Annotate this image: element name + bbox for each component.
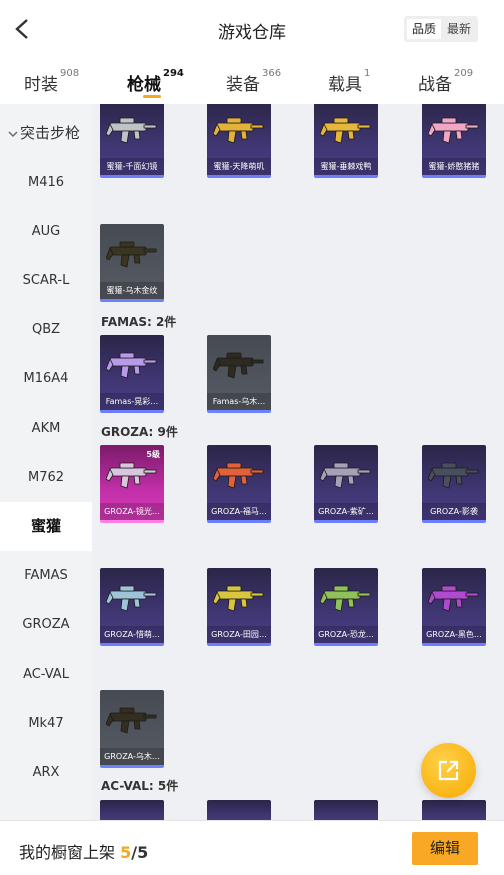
rifle-icon: [428, 462, 479, 489]
rifle-icon: [213, 117, 264, 144]
tab-equipment[interactable]: 装备366: [226, 68, 281, 95]
skin-card[interactable]: GROZA-福马…: [207, 445, 271, 523]
skin-name: GROZA-恐龙…: [314, 626, 378, 643]
section-label-famas: FAMAS: 2件: [101, 315, 177, 329]
showcase-label: 我的橱窗上架: [19, 843, 116, 862]
sidebar-item-honey-badger[interactable]: 蜜獾: [0, 502, 92, 551]
skin-card[interactable]: 蜜獾-天降萌叽: [207, 104, 271, 178]
chevron-down-icon: [8, 131, 18, 137]
rifle-icon: [106, 462, 157, 489]
sort-quality-option[interactable]: 品质: [407, 19, 441, 39]
share-icon: [438, 760, 459, 781]
sidebar-item-famas[interactable]: FAMAS: [0, 551, 92, 600]
category-tabs: 时装908 枪械294 装备366 载具1 战备209: [0, 58, 504, 104]
showcase-status: 我的橱窗上架 5/5: [19, 839, 148, 863]
sort-toggle: 品质 最新: [404, 16, 478, 42]
skin-card[interactable]: 蜜獾-垂棘戏鸭: [314, 104, 378, 178]
skin-name: GROZA-黑色…: [422, 626, 486, 643]
sidebar-group-assault-rifles[interactable]: 突击步枪: [0, 109, 92, 158]
skin-name: GROZA-镜光…: [100, 503, 164, 520]
skin-card-partial[interactable]: [314, 800, 378, 820]
weapon-sidebar: 突击步枪 M416 AUG SCAR-L QBZ M16A4 AKM M762 …: [0, 104, 92, 820]
skin-name: Famas-乌木…: [207, 393, 271, 410]
skin-name: GROZA-紫矿…: [314, 503, 378, 520]
section-label-groza: GROZA: 9件: [101, 425, 178, 439]
skin-name: 蜜獾-千面幻镜: [100, 158, 164, 175]
sidebar-item-akm[interactable]: AKM: [0, 404, 92, 453]
active-tab-indicator: [143, 95, 161, 98]
skin-name: 蜜獾-天降萌叽: [207, 158, 271, 175]
skin-name: Famas-晃彩…: [100, 393, 164, 410]
rifle-icon: [106, 585, 157, 612]
tab-supplies[interactable]: 战备209: [418, 68, 473, 95]
level-badge: 5级: [146, 450, 160, 459]
skin-name: GROZA-福马…: [207, 503, 271, 520]
showcase-total: 5: [137, 843, 149, 862]
tab-guns[interactable]: 枪械294: [127, 68, 184, 95]
rifle-icon: [428, 117, 479, 144]
sidebar-item-m762[interactable]: M762: [0, 453, 92, 502]
skin-card-partial[interactable]: [422, 800, 486, 820]
rifle-icon: [213, 352, 264, 379]
rifle-icon: [320, 462, 371, 489]
sidebar-item-qbz[interactable]: QBZ: [0, 305, 92, 354]
top-bar: 游戏仓库 品质 最新: [0, 0, 504, 58]
skin-card-partial[interactable]: [207, 800, 271, 820]
sidebar-item-ac-val[interactable]: AC-VAL: [0, 650, 92, 699]
section-label-ac-val: AC-VAL: 5件: [101, 779, 179, 793]
skin-name: 蜜獾-垂棘戏鸭: [314, 158, 378, 175]
rifle-icon: [213, 585, 264, 612]
rifle-icon: [106, 352, 157, 379]
rifle-icon: [428, 585, 479, 612]
sort-latest-option[interactable]: 最新: [442, 19, 476, 39]
skin-name: 蜜獾-娇憨猪猪: [422, 158, 486, 175]
skin-card[interactable]: GROZA-恐龙…: [314, 568, 378, 646]
tab-vehicles[interactable]: 载具1: [328, 68, 370, 95]
skin-card[interactable]: 蜜獾-乌木金纹: [100, 224, 164, 302]
skin-card[interactable]: Famas-晃彩…: [100, 335, 164, 413]
skin-name: GROZA-乌木…: [100, 748, 164, 765]
rifle-icon: [320, 585, 371, 612]
sidebar-item-mk47[interactable]: Mk47: [0, 699, 92, 748]
rifle-icon: [213, 462, 264, 489]
skin-card[interactable]: GROZA-乌木…: [100, 690, 164, 768]
skin-card[interactable]: Famas-乌木…: [207, 335, 271, 413]
sidebar-item-arx[interactable]: ARX: [0, 748, 92, 797]
skin-card[interactable]: GROZA-田园…: [207, 568, 271, 646]
showcase-count: 5: [120, 843, 132, 862]
rifle-icon: [106, 241, 157, 268]
skin-card[interactable]: GROZA-黑色…: [422, 568, 486, 646]
rifle-icon: [106, 117, 157, 144]
skin-name: GROZA-田园…: [207, 626, 271, 643]
skin-grid: FAMAS: 2件 GROZA: 9件 AC-VAL: 5件 蜜獾-千面幻镜 蜜獾…: [92, 104, 504, 820]
skin-name: GROZA-影袭: [422, 503, 486, 520]
rifle-icon: [106, 707, 157, 734]
sidebar-item-m416[interactable]: M416: [0, 158, 92, 207]
skin-card[interactable]: GROZA-影袭: [422, 445, 486, 523]
skin-card[interactable]: 5级 GROZA-镜光…: [100, 445, 164, 523]
edit-button[interactable]: 编辑: [412, 832, 478, 865]
skin-card[interactable]: GROZA-紫矿…: [314, 445, 378, 523]
share-button[interactable]: [421, 743, 476, 798]
rifle-icon: [320, 117, 371, 144]
tab-fashion[interactable]: 时装908: [24, 68, 79, 95]
skin-card[interactable]: GROZA-惜萌…: [100, 568, 164, 646]
skin-name: 蜜獾-乌木金纹: [100, 282, 164, 299]
showcase-bar: 我的橱窗上架 5/5 编辑: [0, 820, 504, 875]
sidebar-item-scar-l[interactable]: SCAR-L: [0, 256, 92, 305]
skin-card[interactable]: 蜜獾-娇憨猪猪: [422, 104, 486, 178]
skin-card-partial[interactable]: [100, 800, 164, 820]
sidebar-item-groza[interactable]: GROZA: [0, 600, 92, 649]
skin-card[interactable]: 蜜獾-千面幻镜: [100, 104, 164, 178]
sidebar-item-aug[interactable]: AUG: [0, 207, 92, 256]
skin-name: GROZA-惜萌…: [100, 626, 164, 643]
sidebar-item-m16a4[interactable]: M16A4: [0, 354, 92, 403]
